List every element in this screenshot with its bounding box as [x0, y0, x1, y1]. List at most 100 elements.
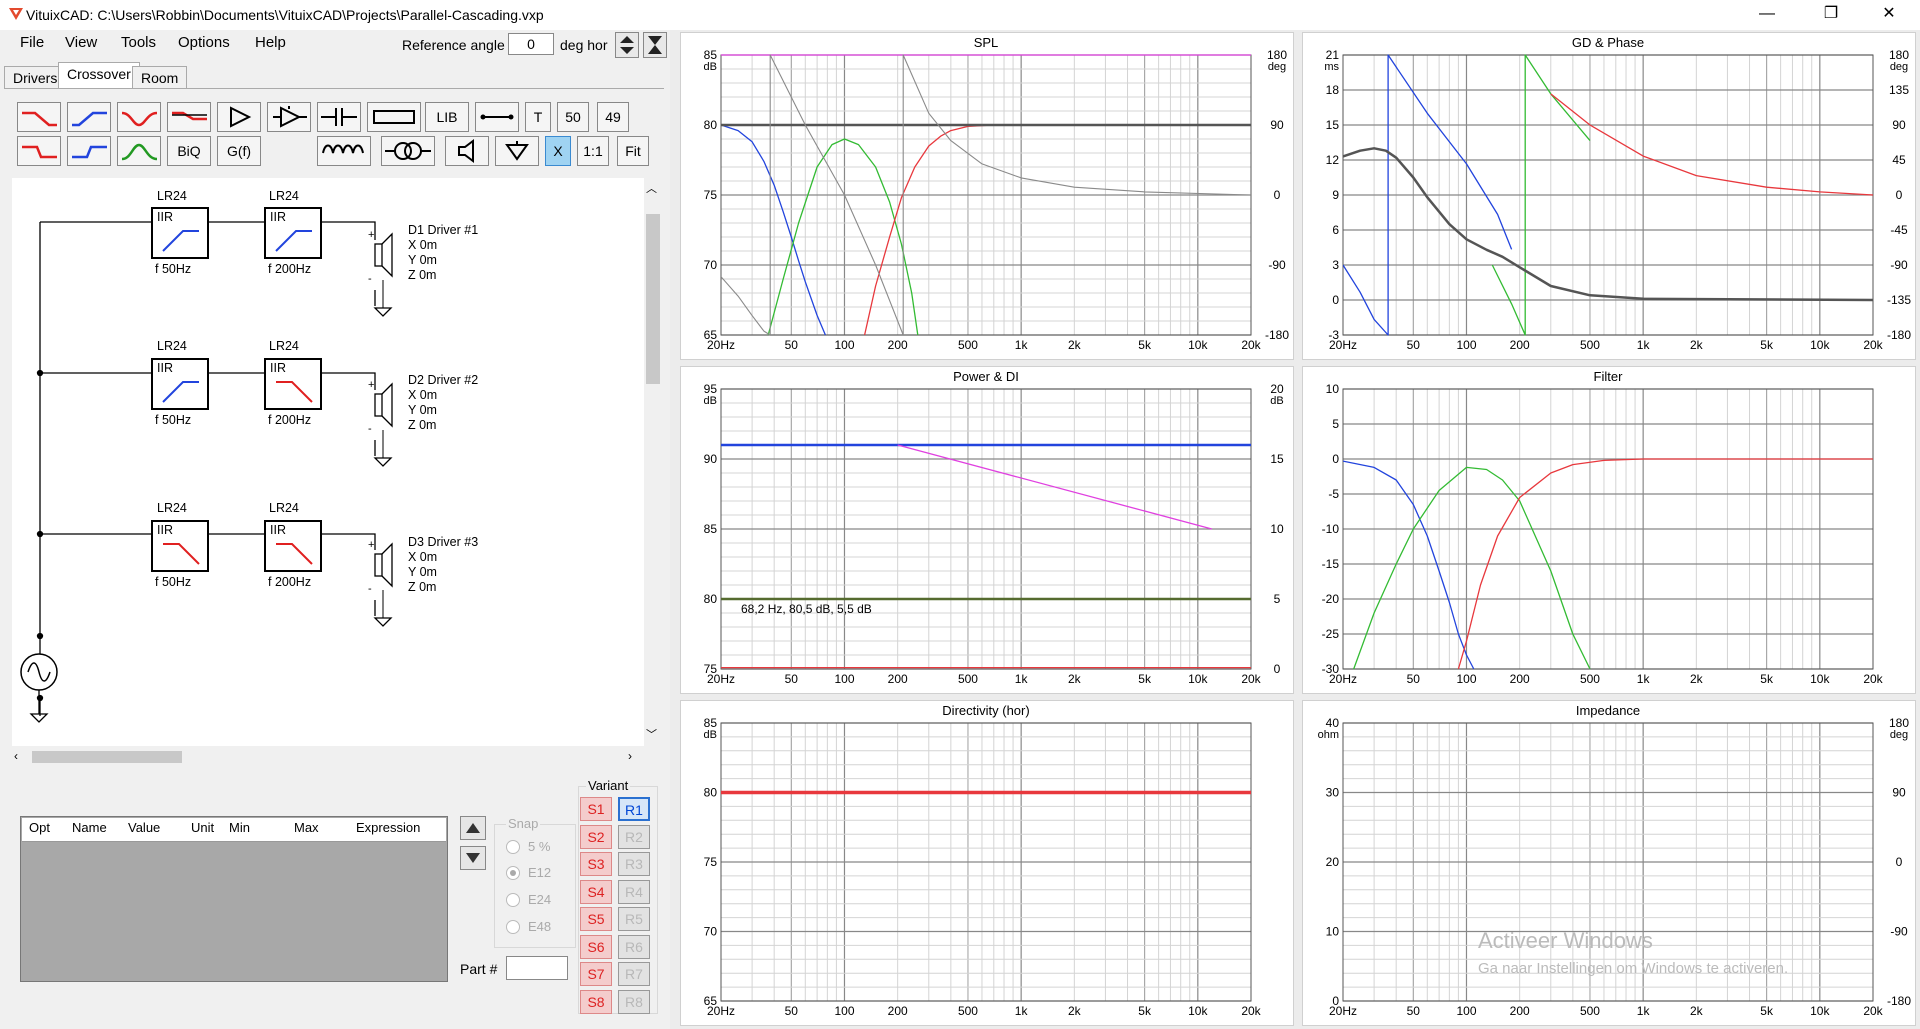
schematic-hscrollbar[interactable]: ‹ › — [12, 748, 644, 766]
signal-source-icon[interactable] — [18, 652, 62, 734]
capacitor-tool[interactable] — [317, 102, 361, 132]
variant-s2-button[interactable]: S2 — [580, 824, 612, 849]
spl-chart[interactable]: SPL 20Hz 50 100 200 500 1k 2k 5k 10k 20k 85 80 75 70 65… — [680, 32, 1294, 360]
x-tick-label: 2k — [1068, 338, 1082, 352]
snap-5pct-radio[interactable] — [506, 840, 520, 854]
variant-r3-button[interactable]: R3 — [618, 852, 650, 876]
opamp-tool[interactable] — [267, 102, 311, 132]
variant-s8-button[interactable]: S8 — [580, 989, 612, 1014]
scroll-up-icon[interactable]: ︿ — [646, 180, 657, 196]
y-axis-label: ms — [1324, 61, 1339, 73]
variant-r7-button[interactable]: R7 — [618, 962, 650, 986]
variant-s5-button[interactable]: S5 — [580, 907, 612, 931]
variant-s3-button[interactable]: S3 — [580, 852, 612, 876]
variant-r6-button[interactable]: R6 — [618, 934, 650, 959]
scroll-left-icon[interactable]: ‹ — [14, 749, 18, 763]
directivity-chart[interactable]: Directivity (hor) 20Hz 50 100 200 500 1k 2k 5k 10… — [680, 700, 1294, 1026]
gf-button[interactable]: G(f) — [217, 136, 261, 166]
driver1-z: Z 0m — [408, 268, 437, 282]
vscroll-thumb[interactable] — [646, 214, 660, 384]
menu-help[interactable]: Help — [255, 34, 286, 51]
y-tick-label: -30 — [1322, 662, 1340, 676]
impedance-chart[interactable]: Impedance 20Hz 50 100 200 500 1k 2k 5k 10k 20k 40 30… — [1302, 700, 1916, 1026]
highpass-tool[interactable] — [67, 102, 111, 132]
driver2-speaker-icon[interactable]: +- — [368, 380, 398, 472]
branch3-filter1-block[interactable]: IIR — [151, 520, 209, 572]
impedance-plot: Impedance20Hz 50 100 200 500 1k 2k 5k 10k 20k4030… — [1318, 703, 1912, 1018]
transformer-icon — [385, 142, 431, 160]
chart-title: SPL — [974, 35, 999, 50]
branch1-filter1-block[interactable]: IIR — [151, 207, 209, 259]
variant-s6-button[interactable]: S6 — [580, 934, 612, 959]
snap-e24-radio[interactable] — [506, 893, 520, 907]
close-button[interactable]: ✕ — [1866, 0, 1912, 30]
tab-drivers[interactable]: Drivers — [4, 66, 67, 88]
branch1-filter2-block[interactable]: IIR — [264, 207, 322, 259]
reference-angle-input[interactable]: 0 — [508, 33, 554, 55]
menu-view[interactable]: View — [65, 34, 97, 51]
variant-r1-button[interactable]: R1 — [618, 797, 650, 821]
variant-s4-button[interactable]: S4 — [580, 879, 612, 904]
scroll-right-icon[interactable]: › — [628, 749, 632, 763]
transformer-tool[interactable] — [381, 136, 435, 166]
amplifier-tool[interactable] — [217, 102, 261, 132]
fit-button[interactable]: Fit — [617, 136, 649, 166]
schematic-vscrollbar[interactable]: ︿ ﹀ — [644, 178, 662, 746]
value-49-button[interactable]: 49 — [597, 102, 629, 132]
ground-tool[interactable] — [495, 136, 539, 166]
resistor-tool[interactable] — [367, 102, 421, 132]
tab-room[interactable]: Room — [132, 66, 188, 88]
updown-icon — [620, 36, 634, 54]
menu-file[interactable]: File — [20, 34, 44, 51]
highpass-alt-tool[interactable] — [67, 136, 111, 166]
menu-tools[interactable]: Tools — [121, 34, 156, 51]
scroll-down-icon[interactable]: ﹀ — [646, 726, 657, 742]
lib-button[interactable]: LIB — [425, 102, 469, 132]
variant-r8-button[interactable]: R8 — [618, 989, 650, 1014]
filter-chart[interactable]: Filter 20Hz 50 100 200 500 1k 2k 5k 10k 20k 10 5 0 -5-… — [1302, 366, 1916, 694]
minimize-button[interactable]: — — [1744, 0, 1790, 30]
shelf-tool[interactable] — [167, 102, 211, 132]
window-title: VituixCAD: C:\Users\Robbin\Documents\Vit… — [26, 7, 544, 23]
notch-tool[interactable] — [117, 102, 161, 132]
text-tool[interactable]: T — [525, 102, 551, 132]
snap-e12-radio[interactable] — [506, 866, 520, 880]
gd-phase-chart[interactable]: GD & Phase 20Hz 50 100 200 500 1k 2k 5k 10k 20k 21 1… — [1302, 32, 1916, 360]
branch3-filter2-block[interactable]: IIR — [264, 520, 322, 572]
snap-e48-radio[interactable] — [506, 920, 520, 934]
branch2-filter1-block[interactable]: IIR — [151, 358, 209, 410]
hscroll-thumb[interactable] — [32, 751, 182, 763]
variant-r2-button[interactable]: R2 — [618, 824, 650, 849]
move-down-button[interactable] — [460, 846, 486, 870]
inductor-tool[interactable] — [317, 136, 371, 166]
biq-button[interactable]: BiQ — [167, 136, 211, 166]
driver1-speaker-icon[interactable]: +- — [368, 230, 398, 322]
driver3-speaker-icon[interactable]: +- — [368, 540, 398, 632]
variant-r5-button[interactable]: R5 — [618, 907, 650, 931]
part-input[interactable] — [506, 956, 568, 980]
variant-s1-button[interactable]: S1 — [580, 797, 612, 821]
value-50-button[interactable]: 50 — [557, 102, 589, 132]
y-tick-label: 85 — [704, 716, 718, 730]
y-tick-label: 80 — [704, 786, 718, 800]
bandpass-tool[interactable] — [117, 136, 161, 166]
lowpass-tool[interactable] — [17, 102, 61, 132]
branch2-filter2-block[interactable]: IIR — [264, 358, 322, 410]
variant-r4-button[interactable]: R4 — [618, 879, 650, 904]
x-tick-label: 2k — [1068, 672, 1082, 686]
menu-options[interactable]: Options — [178, 34, 230, 51]
zoom-1to1-button[interactable]: 1:1 — [577, 136, 609, 166]
restore-button[interactable]: ❐ — [1808, 0, 1854, 30]
move-up-button[interactable] — [460, 816, 486, 840]
angle-updown-button[interactable] — [615, 32, 639, 58]
lowpass-alt-tool[interactable] — [17, 136, 61, 166]
parameter-table[interactable]: Opt Name Value Unit Min Max Expression — [20, 816, 448, 982]
angle-reset-button[interactable] — [643, 32, 667, 58]
variant-s7-button[interactable]: S7 — [580, 962, 612, 986]
power-di-chart[interactable]: Power & DI 20Hz 50 100 200 500 1k 2k 5k 10k 20k 95 9… — [680, 366, 1294, 694]
speaker-tool[interactable] — [445, 136, 489, 166]
wire-tool[interactable] — [475, 102, 519, 132]
x-toggle-button[interactable]: X — [545, 136, 571, 166]
y2-tick-label: 10 — [1270, 522, 1284, 536]
tab-crossover[interactable]: Crossover — [58, 62, 140, 88]
